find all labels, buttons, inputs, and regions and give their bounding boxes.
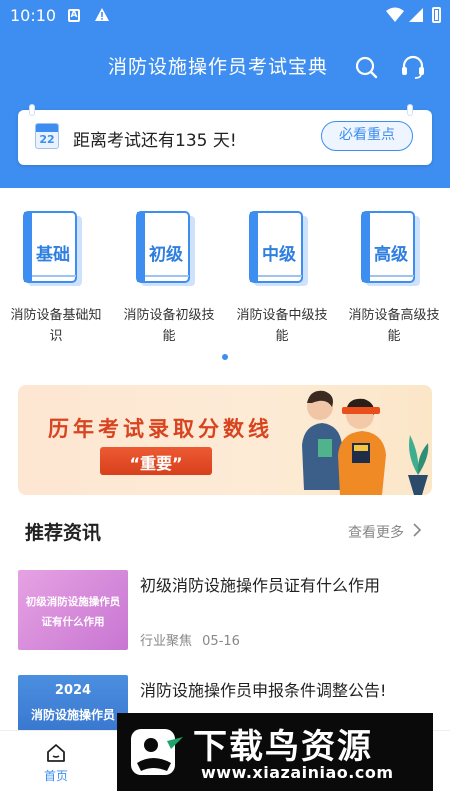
news-date: 05-16 (202, 634, 240, 649)
news-item[interactable]: 初级消防设施操作员证有什么作用 初级消防设施操作员证有什么作用 行业聚焦 05-… (18, 570, 432, 650)
news-section-title: 推荐资讯 (25, 522, 102, 544)
calendar-day: 22 (39, 133, 55, 146)
category-grid: 基础 消防设备基础知识 初级 消防设备初级技能 中级 消防设备中级技能 高级 消… (0, 205, 450, 355)
news-category: 行业聚焦 (140, 634, 193, 649)
news-thumbnail: 2024 消防设施操作员 (18, 675, 128, 731)
news-meta: 行业聚焦 05-16 (140, 630, 240, 649)
book-icon: 中级 (248, 210, 310, 290)
chevron-right-icon[interactable] (412, 523, 422, 537)
news-thumbnail: 初级消防设施操作员证有什么作用 (18, 570, 128, 650)
news-thumbnail-year: 2024 (54, 683, 92, 698)
score-line-banner[interactable]: 历年考试录取分数线 “重要” (18, 385, 432, 495)
category-junior[interactable]: 初级 消防设备初级技能 (113, 205, 225, 350)
category-label: 消防设备中级技能 (236, 308, 328, 344)
nav-home[interactable]: 首页 (33, 739, 79, 789)
search-icon[interactable] (354, 55, 378, 79)
banner-title: 历年考试录取分数线 (48, 417, 273, 441)
book-icon: 高级 (360, 210, 422, 290)
app-title: 消防设施操作员考试宝典 (108, 56, 329, 78)
status-bar: 10:10 A (0, 0, 450, 32)
countdown-text: 距离考试还有135 天! (73, 131, 237, 151)
category-basic[interactable]: 基础 消防设备基础知识 (0, 205, 112, 350)
wifi-icon (386, 7, 404, 22)
news-title: 消防设施操作员申报条件调整公告! (140, 681, 387, 700)
must-see-key-points-button[interactable]: 必看重点 (321, 121, 413, 151)
book-icon: 基础 (22, 210, 84, 290)
category-label: 消防设备初级技能 (123, 308, 215, 344)
book-label: 基础 (36, 245, 70, 265)
category-label: 消防设备高级技能 (348, 308, 440, 344)
students-illustration (302, 390, 429, 495)
category-advanced[interactable]: 高级 消防设备高级技能 (338, 205, 450, 350)
banner-tag-text: “重要” (129, 454, 183, 473)
nav-home-label: 首页 (43, 769, 68, 783)
signal-icon (409, 8, 423, 22)
status-time: 10:10 (10, 6, 57, 25)
book-label: 中级 (262, 245, 296, 265)
card-pin (30, 105, 34, 115)
book-label: 初级 (149, 245, 183, 265)
news-more-link[interactable]: 查看更多 (348, 522, 404, 542)
news-thumbnail-text: 初级消防设施操作员证有什么作用 (25, 596, 121, 628)
exam-countdown-card: 22 距离考试还有135 天! 必看重点 (18, 105, 432, 165)
news-title: 初级消防设施操作员证有什么作用 (140, 576, 381, 595)
watermark-url: www.xiazainiao.com (201, 763, 394, 782)
battery-icon (432, 7, 441, 23)
page-indicator-dot (222, 354, 228, 360)
customer-service-icon[interactable] (400, 55, 426, 79)
category-label: 消防设备基础知识 (10, 308, 102, 344)
bird-logo-icon (131, 729, 183, 775)
book-icon: 初级 (135, 210, 197, 290)
home-icon (47, 744, 65, 762)
a-notification-icon: A (68, 9, 80, 22)
category-intermediate[interactable]: 中级 消防设备中级技能 (226, 205, 338, 350)
watermark-text: 下载鸟资源 (193, 727, 373, 767)
banner-tag: “重要” (100, 447, 212, 477)
warning-icon (95, 8, 109, 21)
card-pin (408, 105, 412, 115)
news-thumbnail-text: 消防设施操作员 (30, 708, 115, 722)
watermark: 下载鸟资源 www.xiazainiao.com (117, 713, 433, 791)
book-label: 高级 (374, 245, 408, 265)
calendar-icon: 22 (35, 123, 59, 149)
